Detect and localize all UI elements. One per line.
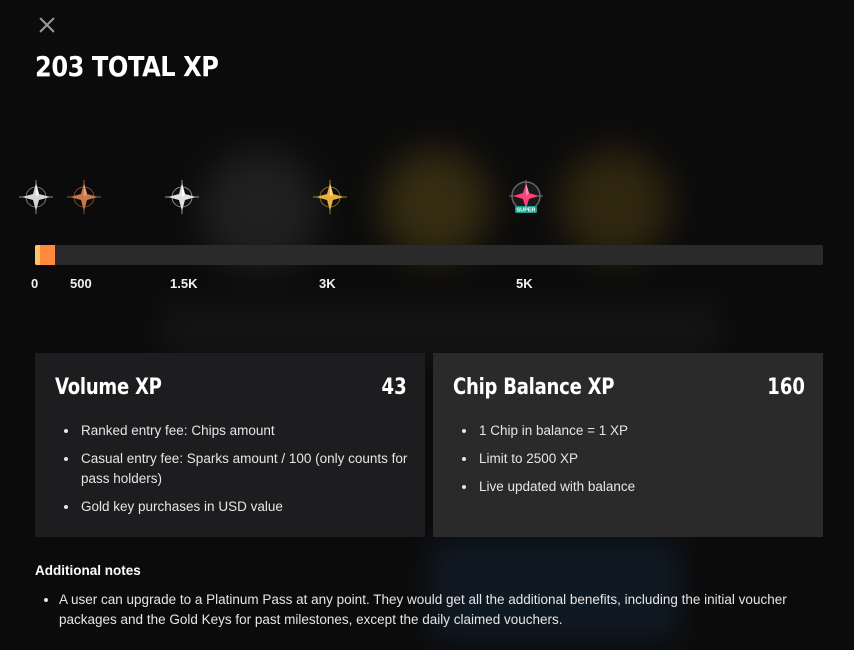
xp-progress-fill [35,245,55,265]
super-star-badge-icon: SUPER [509,180,543,214]
milestone-badge-1-5k[interactable] [163,178,201,216]
card-title: Volume XP [55,375,162,400]
tick-label-500: 500 [70,276,92,291]
tick-label-0: 0 [31,276,39,291]
list-item: Ranked entry fee: Chips amount [79,421,409,441]
bronze-star-badge-icon [67,180,101,214]
milestone-badge-5k[interactable]: SUPER [507,178,545,216]
additional-notes-heading: Additional notes [35,563,141,578]
gold-star-badge-icon [313,180,347,214]
background-blur [560,150,670,260]
volume-xp-card: Volume XP 43 Ranked entry fee: Chips amo… [35,353,425,537]
list-item: Casual entry fee: Sparks amount / 100 (o… [79,449,409,489]
additional-notes-list: A user can upgrade to a Platinum Pass at… [35,590,819,630]
card-value: 160 [767,375,805,400]
chip-balance-xp-card: Chip Balance XP 160 1 Chip in balance = … [433,353,823,537]
close-icon[interactable] [36,14,58,36]
tick-label-3k: 3K [319,276,336,291]
card-rule-list: Ranked entry fee: Chips amount Casual en… [55,421,409,525]
list-item: Limit to 2500 XP [477,449,807,469]
total-xp-title: 203 TOTAL XP [35,50,219,83]
card-rule-list: 1 Chip in balance = 1 XP Limit to 2500 X… [453,421,807,505]
card-value: 43 [381,375,407,400]
milestone-badge-500[interactable] [65,178,103,216]
silver-star-badge-icon [165,180,199,214]
background-blur [380,150,490,260]
card-title: Chip Balance XP [453,375,615,400]
tick-label-5k: 5K [516,276,533,291]
milestone-badge-0[interactable] [17,178,55,216]
list-item: Live updated with balance [477,477,807,497]
silver-star-badge-icon [19,180,53,214]
list-item: A user can upgrade to a Platinum Pass at… [59,590,819,630]
list-item: Gold key purchases in USD value [79,497,409,517]
background-blur [160,300,720,360]
super-badge-label: SUPER [517,208,536,214]
tick-label-1-5k: 1.5K [170,276,198,291]
xp-progress-bar [35,245,823,265]
milestone-badge-3k[interactable] [311,178,349,216]
list-item: 1 Chip in balance = 1 XP [477,421,807,441]
